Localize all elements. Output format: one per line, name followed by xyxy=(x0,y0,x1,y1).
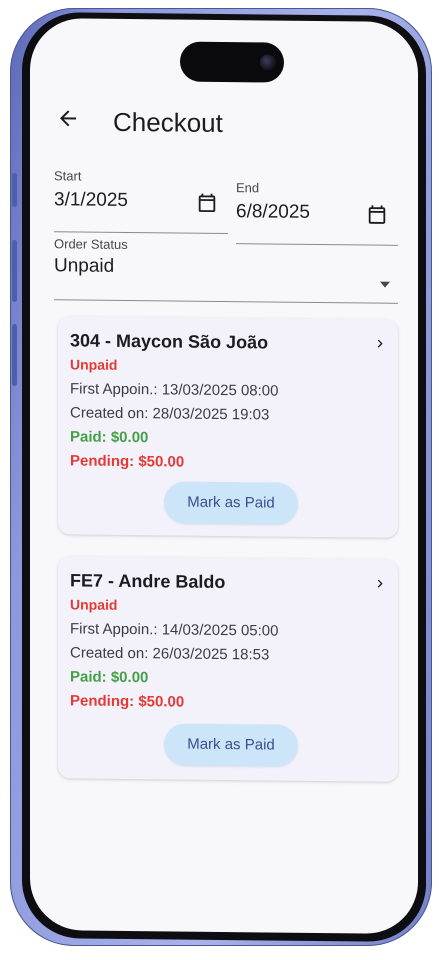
volume-up-button xyxy=(12,240,17,302)
order-status-underline xyxy=(54,299,398,304)
page-title: Checkout xyxy=(113,106,223,138)
dropdown-arrow-icon xyxy=(380,281,390,288)
arrow-back-icon[interactable] xyxy=(56,106,80,130)
start-date-field[interactable]: Start 3/1/2025 xyxy=(54,168,228,235)
mark-as-paid-button[interactable]: Mark as Paid xyxy=(164,481,298,525)
order-status-text: Unpaid xyxy=(70,356,118,373)
calendar-icon[interactable] xyxy=(196,192,218,214)
paid-amount: Paid: $0.00 xyxy=(70,668,149,687)
chevron-right-icon[interactable] xyxy=(372,336,388,352)
camera-icon xyxy=(260,54,276,71)
created-on: Created on: 26/03/2025 18:53 xyxy=(70,644,270,664)
first-appointment: First Appoin.: 13/03/2025 08:00 xyxy=(70,380,279,400)
end-date-field[interactable]: End 6/8/2025 xyxy=(236,180,398,246)
chevron-right-icon[interactable] xyxy=(372,576,388,592)
end-date-label: End xyxy=(236,180,260,196)
paid-amount: Paid: $0.00 xyxy=(70,428,149,447)
volume-down-button xyxy=(12,324,17,386)
pending-amount: Pending: $50.00 xyxy=(70,692,185,711)
order-status-dropdown[interactable]: Order Status Unpaid xyxy=(54,236,398,304)
order-status-value: Unpaid xyxy=(54,255,115,277)
app-bar: Checkout xyxy=(30,98,418,146)
order-status-text: Unpaid xyxy=(70,596,118,613)
start-date-label: Start xyxy=(54,168,82,184)
action-button xyxy=(12,173,17,207)
order-card[interactable]: 304 - Maycon São João Unpaid First Appoi… xyxy=(58,316,398,538)
calendar-icon[interactable] xyxy=(366,203,388,225)
dynamic-island xyxy=(180,41,284,83)
app-screen: Checkout Start 3/1/2025 End 6/8/2025 Ord… xyxy=(30,17,418,935)
pending-amount: Pending: $50.00 xyxy=(70,452,185,471)
first-appointment: First Appoin.: 14/03/2025 05:00 xyxy=(70,620,279,640)
order-name: FE7 - Andre Baldo xyxy=(70,570,226,593)
start-date-underline xyxy=(54,231,228,235)
created-on: Created on: 28/03/2025 19:03 xyxy=(70,404,270,424)
mark-as-paid-button[interactable]: Mark as Paid xyxy=(164,723,298,767)
order-card[interactable]: FE7 - Andre Baldo Unpaid First Appoin.: … xyxy=(58,556,398,782)
order-status-label: Order Status xyxy=(54,236,128,252)
order-name: 304 - Maycon São João xyxy=(70,330,269,353)
